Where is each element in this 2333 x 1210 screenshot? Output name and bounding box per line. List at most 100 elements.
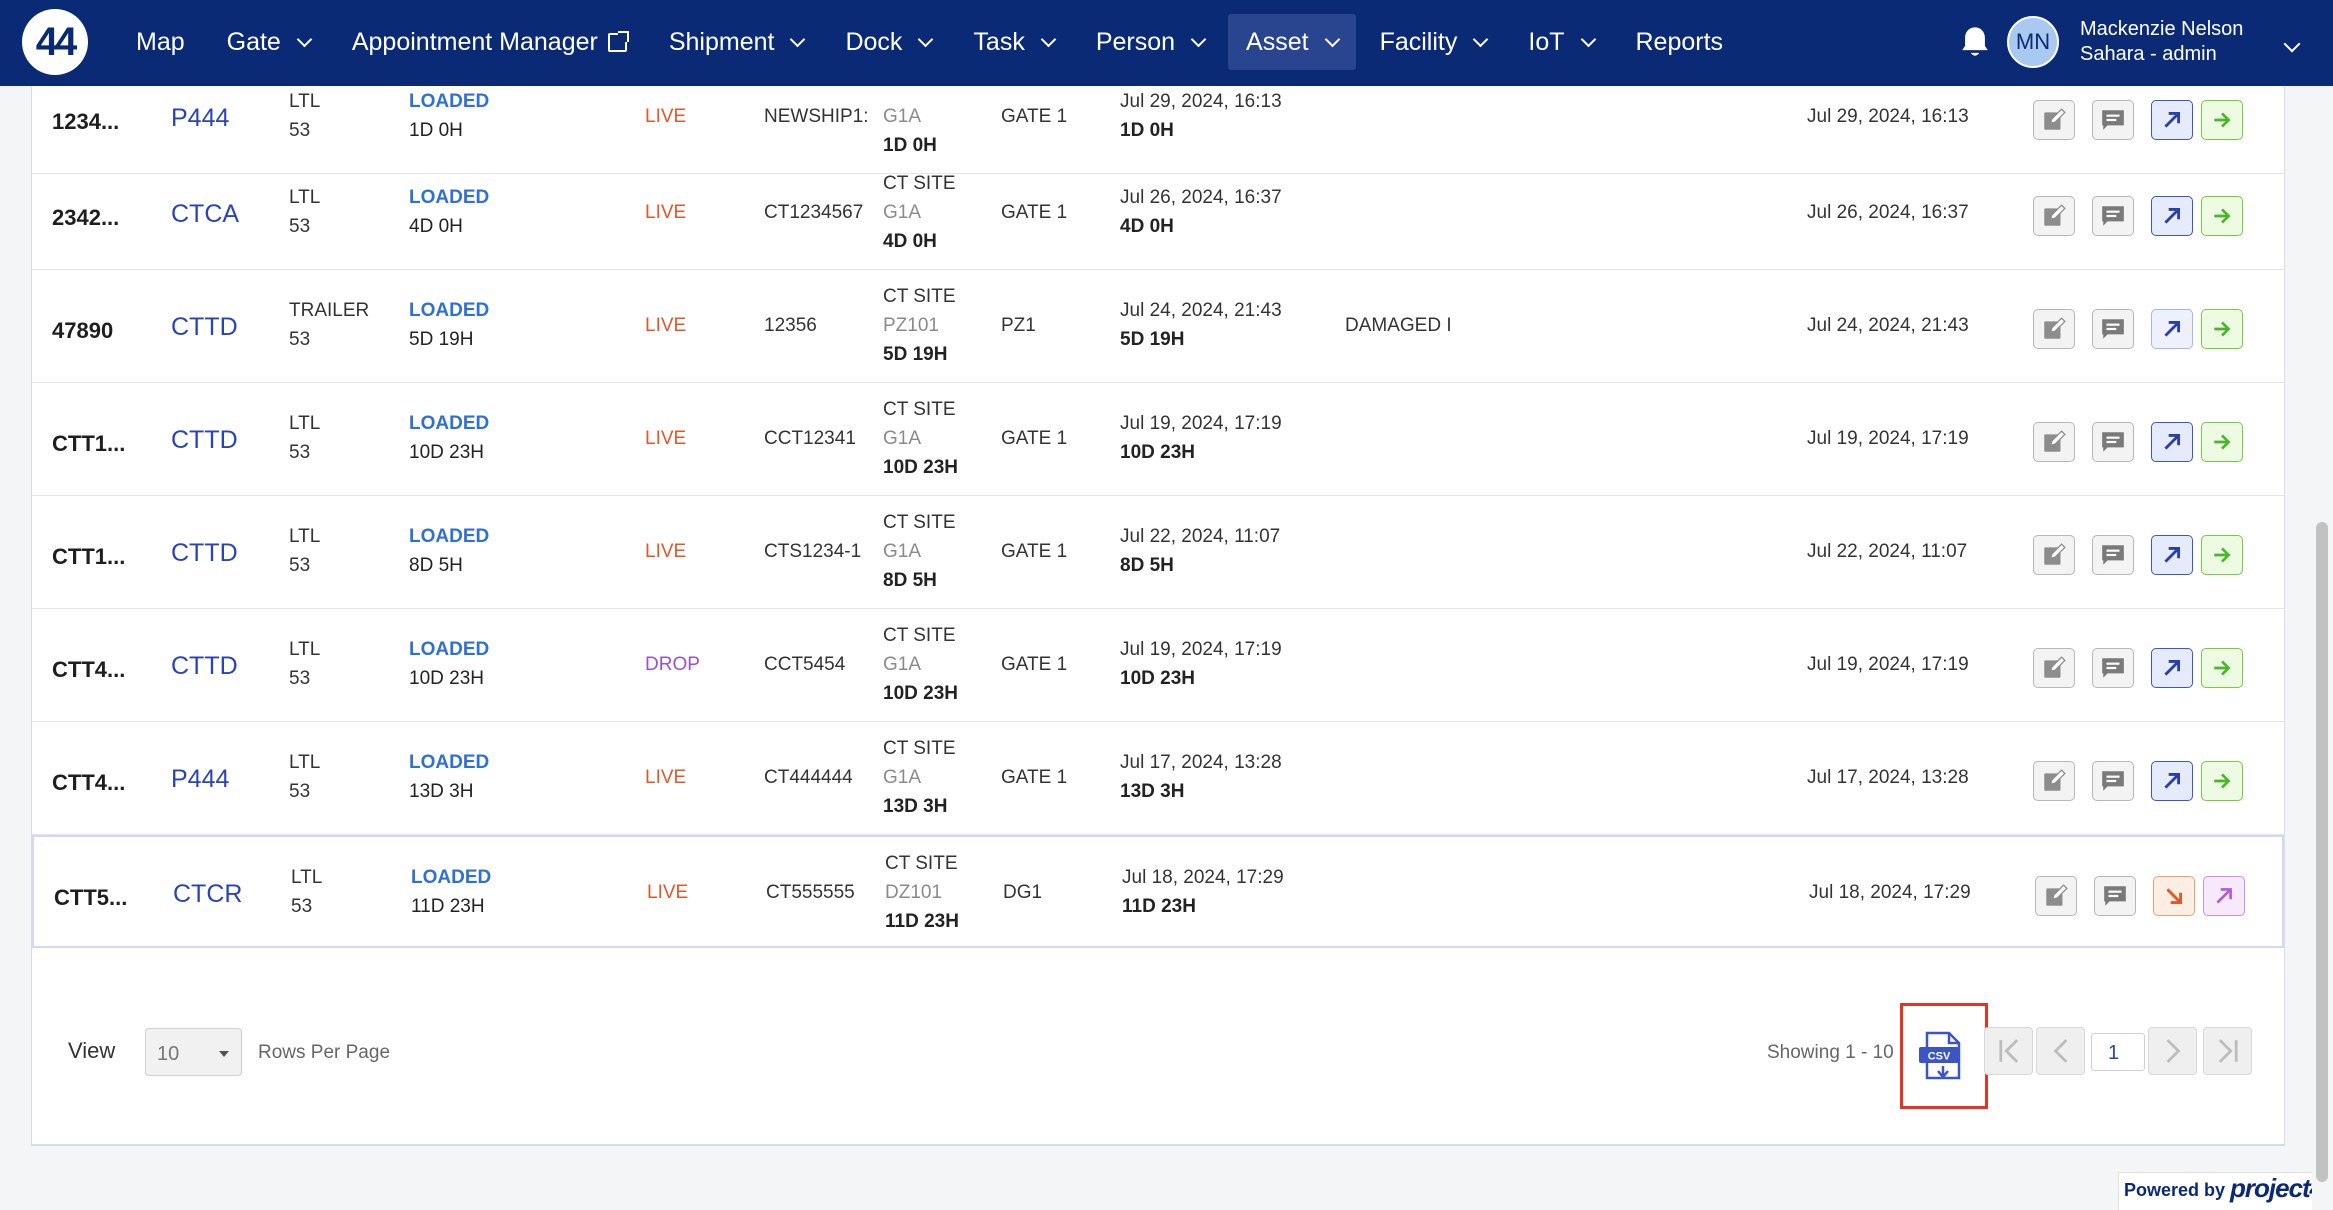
comment-button[interactable] (2092, 648, 2134, 688)
site-name: CT SITE (883, 399, 956, 420)
asset-id: CTT5... (54, 885, 128, 910)
shipment-ref: CT555555 (766, 882, 855, 903)
chevron-down-icon (296, 31, 313, 47)
load-mode: LIVE (645, 202, 687, 223)
comment-button[interactable] (2092, 761, 2134, 801)
csv-download-icon[interactable]: CSV (1917, 1030, 1967, 1082)
asset-id: 1234... (52, 109, 120, 134)
asset-length: 53 (289, 781, 311, 802)
chevron-down-icon[interactable] (2283, 35, 2301, 53)
scrollbar-thumb[interactable] (2316, 522, 2328, 1182)
comment-button[interactable] (2092, 309, 2134, 349)
table-row[interactable]: CTT4... P444 LTL 53 LOADED 13D 3H LIVE C… (32, 722, 2284, 835)
first-page-button[interactable] (1984, 1027, 2033, 1075)
external-link-icon (607, 30, 629, 52)
rows-per-page-select[interactable]: 10 (145, 1028, 242, 1076)
go-to-asset-button[interactable] (2201, 196, 2243, 236)
last-updated: Jul 22, 2024, 11:07 (1807, 541, 1968, 562)
chevron-down-icon (790, 31, 806, 47)
arrow-right-icon (2214, 434, 2231, 450)
asset-type: LTL (289, 639, 321, 660)
table-row[interactable]: 2342... CTCA LTL 53 LOADED 4D 0H LIVE CT… (32, 157, 2284, 270)
nav-item-label: Task (973, 27, 1025, 56)
comment-icon (2102, 319, 2124, 339)
comment-icon (2102, 206, 2124, 226)
shipment-ref: CTS1234-1 (764, 541, 862, 562)
location: GATE 1 (1001, 767, 1068, 788)
arrow-up-right-icon (2164, 659, 2181, 676)
prev-page-button[interactable] (2036, 1027, 2085, 1075)
location: PZ1 (1001, 315, 1036, 336)
move-asset-button[interactable] (2151, 535, 2193, 575)
edit-button[interactable] (2033, 309, 2075, 349)
comment-button[interactable] (2092, 196, 2134, 236)
first-page-icon (1998, 1039, 2018, 1063)
arrival-time: Jul 18, 2024, 17:29 (1122, 867, 1284, 888)
go-to-asset-button[interactable] (2201, 761, 2243, 801)
shipment-ref: 12356 (764, 315, 817, 336)
table-row[interactable]: CTT5... CTCR LTL 53 LOADED 11D 23H LIVE … (32, 835, 2284, 948)
go-to-asset-button[interactable] (2201, 309, 2243, 349)
table-row[interactable]: 47890 CTTD TRAILER 53 LOADED 5D 19H LIVE… (32, 270, 2284, 383)
move-asset-button[interactable] (2151, 196, 2193, 236)
edit-icon (2044, 108, 2066, 130)
edit-button[interactable] (2033, 648, 2075, 688)
edit-button[interactable] (2033, 535, 2075, 575)
asset-length: 53 (289, 216, 311, 237)
comment-button[interactable] (2092, 422, 2134, 462)
carrier-link[interactable]: CTCA (171, 200, 239, 229)
move-asset-button[interactable] (2151, 422, 2193, 462)
carrier-link[interactable]: CTTD (171, 313, 238, 342)
move-asset-button[interactable] (2153, 876, 2195, 916)
arrow-right-icon (2214, 660, 2231, 676)
edit-button[interactable] (2033, 196, 2075, 236)
site-dwell: 10D 23H (883, 683, 958, 704)
site-name: CT SITE (883, 625, 956, 646)
table-row[interactable]: CTT4... CTTD LTL 53 LOADED 10D 23H DROP … (32, 609, 2284, 722)
move-asset-button[interactable] (2151, 648, 2193, 688)
move-asset-button[interactable] (2151, 309, 2193, 349)
nav-item-label: Map (136, 27, 185, 56)
comment-button[interactable] (2094, 876, 2136, 916)
carrier-link[interactable]: CTTD (171, 426, 238, 455)
carrier-link[interactable]: CTTD (171, 652, 238, 681)
last-updated: Jul 29, 2024, 16:13 (1807, 106, 1969, 127)
move-asset-button[interactable] (2151, 100, 2193, 140)
carrier-link[interactable]: P444 (171, 765, 229, 794)
table-row[interactable]: CTT1... CTTD LTL 53 LOADED 10D 23H LIVE … (32, 383, 2284, 496)
shipment-ref: NEWSHIP1: (764, 106, 869, 127)
comment-button[interactable] (2092, 100, 2134, 140)
asset-length: 53 (291, 896, 313, 917)
site-dwell: 10D 23H (883, 457, 958, 478)
edit-button[interactable] (2033, 100, 2075, 140)
edit-icon (2044, 204, 2066, 226)
site-dwell: 8D 5H (883, 570, 937, 591)
time-dwell: 10D 23H (1120, 668, 1195, 689)
load-status: LOADED (409, 300, 490, 321)
status-dwell: 10D 23H (409, 668, 484, 689)
table-row[interactable]: CTT1... CTTD LTL 53 LOADED 8D 5H LIVE CT… (32, 496, 2284, 609)
asset-type: LTL (289, 187, 321, 208)
page-number-input[interactable]: 1 (2091, 1033, 2145, 1071)
go-to-asset-button[interactable] (2201, 535, 2243, 575)
go-to-asset-button[interactable] (2201, 100, 2243, 140)
move-asset-button[interactable] (2151, 761, 2193, 801)
asset-type: LTL (289, 526, 321, 547)
go-to-asset-button[interactable] (2203, 876, 2245, 916)
go-to-asset-button[interactable] (2201, 648, 2243, 688)
carrier-link[interactable]: P444 (171, 104, 229, 133)
edit-icon (2044, 430, 2066, 452)
edit-button[interactable] (2035, 876, 2077, 916)
next-page-button[interactable] (2148, 1027, 2197, 1075)
edit-button[interactable] (2033, 761, 2075, 801)
last-page-button[interactable] (2203, 1027, 2252, 1075)
asset-id: 2342... (52, 205, 120, 230)
bell-icon[interactable] (1958, 24, 1992, 62)
load-status: LOADED (411, 867, 492, 888)
comment-button[interactable] (2092, 535, 2134, 575)
go-to-asset-button[interactable] (2201, 422, 2243, 462)
arrival-time: Jul 22, 2024, 11:07 (1120, 526, 1281, 547)
edit-button[interactable] (2033, 422, 2075, 462)
carrier-link[interactable]: CTTD (171, 539, 238, 568)
carrier-link[interactable]: CTCR (173, 880, 242, 909)
